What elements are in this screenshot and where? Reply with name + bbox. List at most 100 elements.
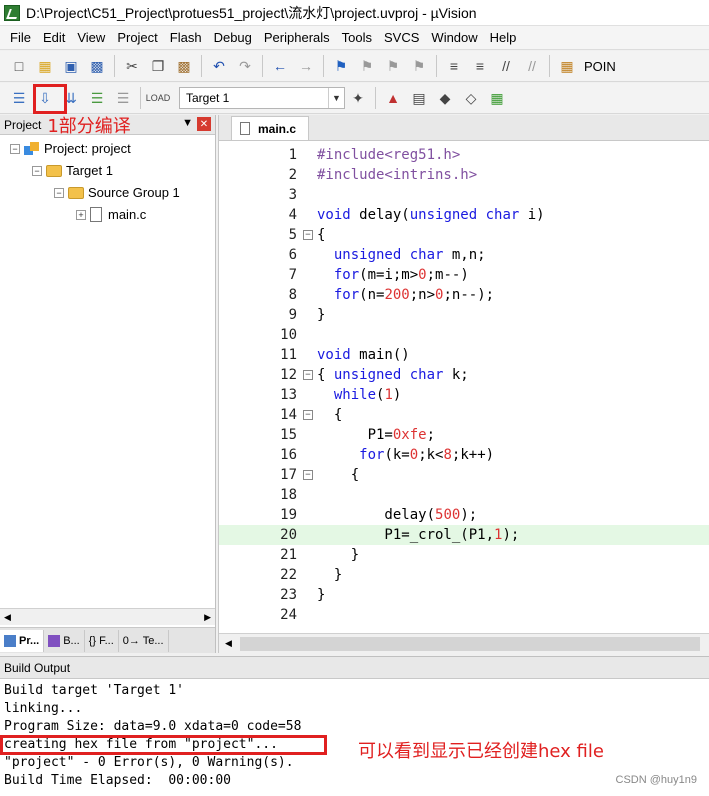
- toolbar-separator: [375, 87, 376, 109]
- menu-view[interactable]: View: [71, 30, 111, 45]
- prev-bookmark-icon[interactable]: ⚑: [356, 55, 378, 77]
- new-file-icon[interactable]: □: [8, 55, 30, 77]
- manage-components-icon[interactable]: ▲: [382, 87, 404, 109]
- collapse-icon[interactable]: −: [54, 187, 64, 198]
- code-text: }: [317, 567, 343, 583]
- code-line: 8 for(n=200;n>0;n--);: [219, 285, 709, 305]
- copy-icon[interactable]: ❐: [147, 55, 169, 77]
- chevron-down-icon[interactable]: ▼: [328, 88, 344, 108]
- menu-debug[interactable]: Debug: [208, 30, 258, 45]
- manage-environment-icon[interactable]: ◆: [434, 87, 456, 109]
- code-text: for(n=200;n>0;n--);: [333, 287, 495, 303]
- next-bookmark-icon[interactable]: ⚑: [382, 55, 404, 77]
- line-number: 21: [280, 547, 297, 563]
- close-icon[interactable]: ✕: [197, 117, 211, 131]
- collapse-icon[interactable]: −: [32, 165, 42, 176]
- target-select-value: Target 1: [186, 91, 230, 105]
- editor-tab-main-c[interactable]: main.c: [231, 116, 310, 140]
- tree-node-file[interactable]: + main.c: [76, 207, 146, 222]
- collapse-icon[interactable]: −: [10, 143, 20, 154]
- tree-node-group[interactable]: − Source Group 1: [54, 185, 180, 200]
- menu-window[interactable]: Window: [425, 30, 483, 45]
- build-line: "project" - 0 Error(s), 0 Warning(s).: [4, 755, 294, 770]
- line-number: 5: [288, 227, 297, 243]
- partial-compile-annotation: 1部分编译: [47, 115, 131, 137]
- menu-tools[interactable]: Tools: [336, 30, 378, 45]
- batch-build-icon[interactable]: ☰: [86, 87, 108, 109]
- build-line: Build Time Elapsed: 00:00:00: [4, 773, 231, 788]
- save-all-icon[interactable]: ▩: [86, 55, 108, 77]
- open-folder-icon[interactable]: ▦: [34, 55, 56, 77]
- menu-flash[interactable]: Flash: [164, 30, 208, 45]
- line-number: 19: [280, 507, 297, 523]
- tree-node-project[interactable]: − Project: project: [10, 141, 131, 156]
- project-pane-header: Project 1部分编译 ▼ ✕: [0, 115, 215, 137]
- code-line: 22 }: [219, 565, 709, 585]
- tree-label-target: Target 1: [66, 163, 113, 178]
- indent-icon[interactable]: ≡: [443, 55, 465, 77]
- build-toolbar: ☰ ⇩ ⇊ ☰ ☰ LOAD Target 1 ▼ ✦ ▲ ▤ ◆ ◇ ▦: [0, 83, 709, 114]
- hex-created-annotation: 可以看到显示已经创建hex file: [358, 741, 604, 762]
- clear-bookmarks-icon[interactable]: ⚑: [408, 55, 430, 77]
- line-number: 7: [288, 267, 297, 283]
- project-pane-scrollbar[interactable]: ◀ ▶: [0, 608, 215, 625]
- toolbar-separator: [114, 55, 115, 77]
- tab-project[interactable]: Pr...: [0, 629, 45, 652]
- fold-icon[interactable]: −: [303, 470, 313, 480]
- target-options-icon[interactable]: ✦: [347, 87, 369, 109]
- tab-templates-label: 0→ Te...: [122, 634, 164, 647]
- fold-icon[interactable]: −: [303, 370, 313, 380]
- hex-created-highlight: [0, 735, 327, 755]
- tree-node-target[interactable]: − Target 1: [32, 163, 113, 178]
- code-text: }: [317, 587, 326, 603]
- menu-svcs[interactable]: SVCS: [378, 30, 425, 45]
- redo-icon[interactable]: ↷: [234, 55, 256, 77]
- comment-icon[interactable]: //: [495, 55, 517, 77]
- toolbar-separator: [140, 87, 141, 109]
- translate-icon[interactable]: ☰: [8, 87, 30, 109]
- expand-icon[interactable]: +: [76, 209, 86, 220]
- undo-icon[interactable]: ↶: [208, 55, 230, 77]
- fold-icon[interactable]: −: [303, 410, 313, 420]
- scroll-left-icon[interactable]: ◀: [4, 612, 11, 623]
- menu-edit[interactable]: Edit: [37, 30, 71, 45]
- save-icon[interactable]: ▣: [60, 55, 82, 77]
- unindent-icon[interactable]: ≡: [469, 55, 491, 77]
- run-time-environment-icon[interactable]: ▦: [486, 87, 508, 109]
- select-packs-icon[interactable]: ▤: [408, 87, 430, 109]
- target-select[interactable]: Target 1 ▼: [179, 87, 345, 109]
- download-icon[interactable]: LOAD: [146, 87, 171, 109]
- scroll-right-icon[interactable]: ▶: [204, 612, 211, 623]
- fold-icon[interactable]: −: [303, 230, 313, 240]
- project-pane-tabs: Pr... B... {} F... 0→ Te...: [0, 627, 215, 653]
- tab-books[interactable]: B...: [44, 629, 85, 652]
- uncomment-icon[interactable]: //: [521, 55, 543, 77]
- pin-icon[interactable]: ▼: [182, 117, 193, 129]
- tab-templates[interactable]: 0→ Te...: [119, 629, 169, 652]
- paste-icon[interactable]: ▩: [173, 55, 195, 77]
- stop-build-icon[interactable]: ☰: [112, 87, 134, 109]
- editor-scrollbar[interactable]: ◀: [219, 633, 709, 653]
- code-line: 14− {: [219, 405, 709, 425]
- code-line: 15 P1=0xfe;: [219, 425, 709, 445]
- scrollbar-thumb[interactable]: [239, 636, 700, 651]
- build-output-title: Build Output: [4, 660, 71, 675]
- code-editor[interactable]: 1 #include<reg51.h> 2 #include<intrins.h> …: [219, 145, 709, 627]
- navigate-back-icon[interactable]: ←: [269, 55, 291, 77]
- navigate-forward-icon[interactable]: →: [295, 55, 317, 77]
- scroll-left-icon[interactable]: ◀: [225, 638, 232, 649]
- cut-icon[interactable]: ✂: [121, 55, 143, 77]
- project-tab-icon: [4, 634, 16, 647]
- code-line: 16 for(k=0;k<8;k++): [219, 445, 709, 465]
- menu-file[interactable]: File: [4, 30, 37, 45]
- bookmark-icon[interactable]: ⚑: [330, 55, 352, 77]
- tab-functions[interactable]: {} F...: [85, 629, 119, 652]
- code-line: 12−{ unsigned char k;: [219, 365, 709, 385]
- find-in-files-icon[interactable]: ▦: [556, 55, 578, 77]
- menu-project[interactable]: Project: [111, 30, 163, 45]
- code-line: 18: [219, 485, 709, 505]
- pack-installer-icon[interactable]: ◇: [460, 87, 482, 109]
- menu-peripherals[interactable]: Peripherals: [258, 30, 336, 45]
- project-pane: Project 1部分编译 ▼ ✕ − Project: project − T…: [0, 115, 216, 653]
- menu-help[interactable]: Help: [484, 30, 523, 45]
